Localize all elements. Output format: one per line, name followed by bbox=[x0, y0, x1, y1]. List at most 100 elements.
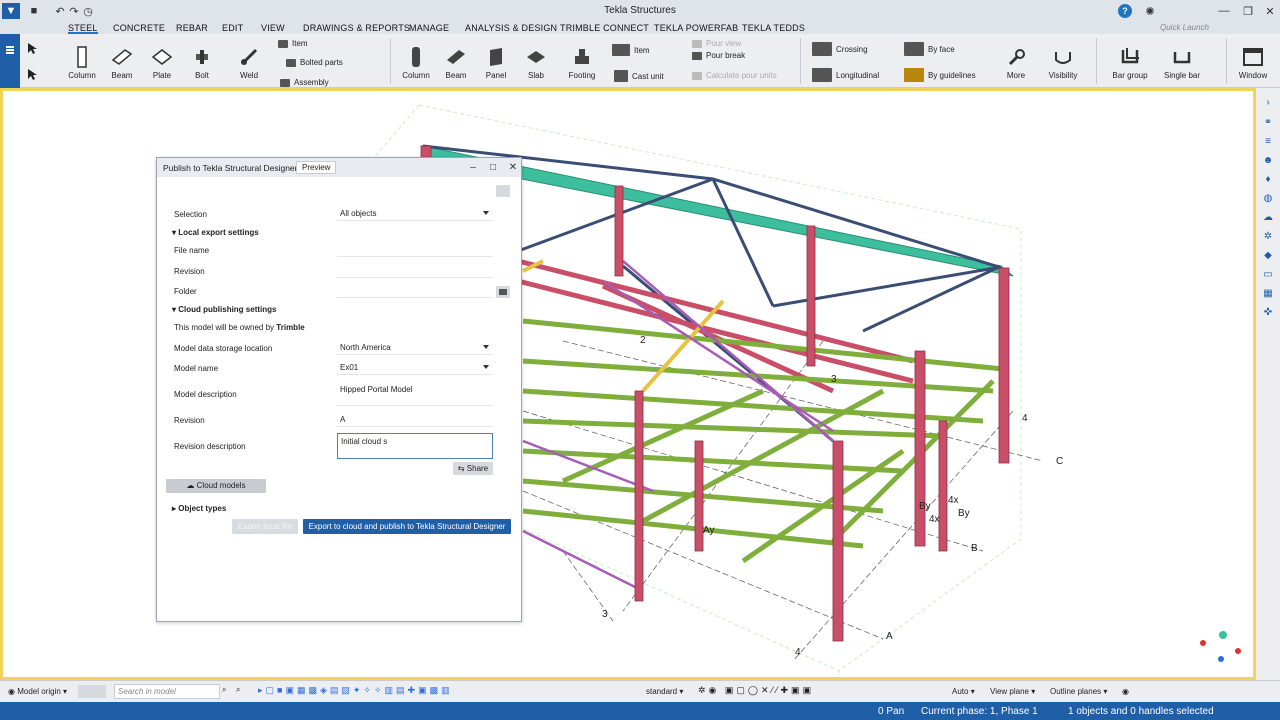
export-local-file-button[interactable]: Export local file bbox=[232, 519, 298, 534]
close-icon[interactable]: ✕ bbox=[1260, 2, 1280, 20]
file-name-field[interactable] bbox=[337, 243, 493, 257]
bolt-button[interactable]: Bolt bbox=[186, 46, 218, 80]
outline-planes-dropdown[interactable]: Outline planes ▾ bbox=[1050, 687, 1107, 696]
preview-tab[interactable]: Preview bbox=[296, 161, 337, 174]
window-button[interactable]: Window bbox=[1234, 46, 1272, 80]
export-to-cloud-button[interactable]: Export to cloud and publish to Tekla Str… bbox=[303, 519, 511, 534]
cloud-publishing-section[interactable]: ▾ Cloud publishing settings bbox=[172, 305, 276, 314]
item-button[interactable]: Item bbox=[278, 39, 308, 48]
layers-icon[interactable]: ≡ bbox=[1262, 135, 1274, 147]
cube-icon[interactable]: ◆ bbox=[1262, 249, 1274, 261]
model-name-value: Ex01 bbox=[340, 363, 359, 372]
footing-button[interactable]: Footing bbox=[566, 46, 598, 80]
selection-dropdown[interactable]: All objects bbox=[337, 207, 493, 221]
steel-plate-button[interactable]: Plate bbox=[146, 46, 178, 80]
cloud-icon[interactable]: ☁ bbox=[1262, 211, 1274, 223]
settings-icon[interactable]: ✲ bbox=[1262, 230, 1274, 242]
trimble-icon[interactable]: ✺ bbox=[1142, 3, 1158, 19]
model-origin-label: Model origin bbox=[17, 687, 61, 696]
grid-icon[interactable]: ▦ bbox=[1262, 287, 1274, 299]
selection-switches-toolbar[interactable]: ▸▢■▣▦▩◈▤▧✦✧✧▥▤✚▣▩▥ bbox=[258, 685, 453, 696]
steel-beam-button[interactable]: Beam bbox=[106, 46, 138, 80]
longitudinal-button[interactable]: Longitudinal bbox=[812, 68, 879, 82]
view-mode-dropdown[interactable]: standard ▾ bbox=[646, 687, 683, 696]
more-button[interactable]: More bbox=[1000, 48, 1032, 80]
select-filter-icon[interactable] bbox=[26, 68, 42, 82]
cloud-revision-field[interactable]: A bbox=[337, 413, 493, 427]
concrete-item-button[interactable]: Item bbox=[612, 44, 650, 56]
crossing-button[interactable]: Crossing bbox=[812, 42, 868, 56]
storage-location-dropdown[interactable]: North America bbox=[337, 341, 493, 355]
revision-field[interactable] bbox=[337, 264, 493, 278]
panel-icon[interactable]: ▭ bbox=[1262, 268, 1274, 280]
phase-status[interactable]: Current phase: 1, Phase 1 bbox=[921, 706, 1038, 717]
menu-concrete[interactable]: CONCRETE bbox=[113, 22, 165, 34]
menu-view[interactable]: VIEW bbox=[261, 22, 285, 34]
cast-unit-button[interactable]: Cast unit bbox=[614, 70, 664, 82]
globe-icon[interactable]: ◍ bbox=[1262, 192, 1274, 204]
steel-column-label: Column bbox=[68, 71, 96, 80]
cloud-models-button[interactable]: ☁ Cloud models bbox=[166, 479, 266, 493]
model-origin-dropdown[interactable]: ◉ Model origin ▾ bbox=[8, 687, 67, 696]
weld-button[interactable]: Weld bbox=[232, 46, 266, 80]
auto-dropdown[interactable]: Auto ▾ bbox=[952, 687, 975, 696]
dialog-close-icon[interactable]: ✕ bbox=[506, 161, 520, 174]
slab-button[interactable]: Slab bbox=[520, 46, 552, 80]
menu-manage[interactable]: MANAGE bbox=[409, 22, 449, 34]
select-arrow-icon[interactable] bbox=[26, 42, 38, 56]
single-bar-button[interactable]: Single bar bbox=[1162, 46, 1202, 80]
view-plane-dropdown[interactable]: View plane ▾ bbox=[990, 687, 1035, 696]
revision-description-field[interactable]: Initial cloud s bbox=[337, 433, 493, 459]
menu-analysis-design[interactable]: ANALYSIS & DESIGN bbox=[465, 22, 557, 34]
menu-trimble-connect[interactable]: TRIMBLE CONNECT bbox=[560, 22, 649, 34]
pour-view-button[interactable]: Pour view bbox=[692, 39, 741, 48]
share-button[interactable]: ⇆ Share bbox=[453, 462, 493, 475]
menu-drawings-reports[interactable]: DRAWINGS & REPORTS bbox=[303, 22, 410, 34]
visibility-button[interactable]: Visibility bbox=[1046, 48, 1080, 80]
concrete-beam-button[interactable]: Beam bbox=[440, 46, 472, 80]
by-face-button[interactable]: By face bbox=[904, 42, 955, 56]
search-model-input[interactable]: Search in model bbox=[114, 684, 220, 699]
users-icon[interactable]: ☻ bbox=[1262, 154, 1274, 166]
pin-icon[interactable]: ✜ bbox=[1262, 306, 1274, 318]
hamburger-icon[interactable] bbox=[6, 46, 14, 48]
origin-toggle-button[interactable] bbox=[78, 685, 106, 698]
panel-button[interactable]: Panel bbox=[480, 46, 512, 80]
calculate-pour-units-button[interactable]: Calculate pour units bbox=[692, 71, 777, 80]
chevron-right-icon[interactable]: › bbox=[1262, 96, 1274, 108]
help-icon[interactable]: ? bbox=[1118, 4, 1132, 18]
dialog-maximize-icon[interactable]: □ bbox=[486, 161, 500, 174]
menu-tekla-tedds[interactable]: TEKLA TEDDS bbox=[742, 22, 805, 34]
folder-field[interactable] bbox=[337, 284, 493, 298]
snap-switches-toolbar[interactable]: ✲◉ ▣▢◯✕⁄⁄✚▣▣ bbox=[698, 685, 814, 696]
model-viewport[interactable]: 3 4 C B A 4 3 2 4x By 4x By Ay Publish t… bbox=[0, 88, 1256, 680]
zoom-search-icon[interactable]: ⌕ bbox=[236, 685, 240, 695]
by-guidelines-button[interactable]: By guidelines bbox=[904, 68, 976, 82]
menu-edit[interactable]: EDIT bbox=[222, 22, 243, 34]
assembly-button[interactable]: Assembly bbox=[280, 78, 329, 87]
bar-group-button[interactable]: Bar group bbox=[1110, 46, 1150, 80]
browse-folder-button[interactable] bbox=[496, 286, 510, 298]
model-description-field[interactable]: Hipped Portal Model bbox=[337, 382, 493, 406]
bolted-parts-button[interactable]: Bolted parts bbox=[286, 58, 343, 67]
link-icon[interactable]: ⚭ bbox=[1262, 116, 1274, 128]
search-icon[interactable]: ⌕ bbox=[222, 685, 226, 695]
minimize-icon[interactable]: — bbox=[1214, 2, 1234, 20]
menu-steel[interactable]: STEEL bbox=[68, 22, 98, 34]
feedback-icon[interactable] bbox=[496, 185, 510, 197]
steel-column-button[interactable]: Column bbox=[66, 46, 98, 80]
restore-icon[interactable]: ❐ bbox=[1238, 2, 1258, 20]
menu-tekla-powerfab[interactable]: TEKLA POWERFAB bbox=[654, 22, 738, 34]
menu-rebar[interactable]: REBAR bbox=[176, 22, 208, 34]
object-types-section[interactable]: ▸ Object types bbox=[172, 504, 226, 513]
eye-icon[interactable]: ◉ bbox=[1122, 687, 1129, 696]
concrete-column-button[interactable]: Column bbox=[400, 46, 432, 80]
pour-break-button[interactable]: Pour break bbox=[692, 51, 745, 60]
calculate-pour-label: Calculate pour units bbox=[706, 71, 777, 80]
local-export-section[interactable]: ▾ Local export settings bbox=[172, 228, 259, 237]
model-name-dropdown[interactable]: Ex01 bbox=[337, 361, 493, 375]
quick-launch-input[interactable]: Quick Launch bbox=[1160, 22, 1240, 34]
dialog-minimize-icon[interactable]: – bbox=[466, 161, 480, 174]
dialog-title-bar[interactable]: Publish to Tekla Structural Designer Pre… bbox=[157, 158, 521, 177]
bell-icon[interactable]: ♦ bbox=[1262, 173, 1274, 185]
